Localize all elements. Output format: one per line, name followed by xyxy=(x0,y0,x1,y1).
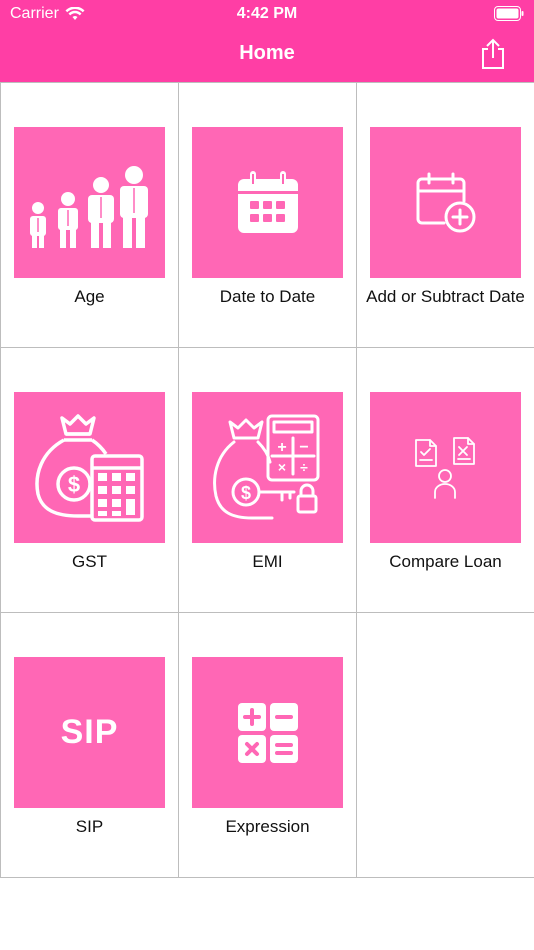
svg-text:−: − xyxy=(299,439,308,456)
tile-sip[interactable]: SIP xyxy=(14,657,165,808)
calendar-icon xyxy=(237,170,298,233)
status-bar: Carrier 4:42 PM xyxy=(0,0,534,28)
share-icon[interactable] xyxy=(478,37,508,71)
calendar-add-icon xyxy=(416,172,475,232)
tile-compare-loan[interactable] xyxy=(370,392,521,543)
tool-sip[interactable]: SIP SIP xyxy=(1,613,179,878)
sip-icon-text: SIP xyxy=(60,713,119,751)
tool-date-to-date[interactable]: Date to Date xyxy=(179,83,357,348)
tool-compare-loan[interactable]: Compare Loan xyxy=(357,348,534,613)
tile-emi[interactable]: + − × ÷ $ xyxy=(192,392,343,543)
tool-age[interactable]: Age xyxy=(1,83,179,348)
tool-gst[interactable]: $ GST xyxy=(1,348,179,613)
tool-add-subtract-date[interactable]: Add or Subtract Date xyxy=(357,83,534,348)
compare-documents-icon xyxy=(414,436,475,499)
tile-gst[interactable]: $ xyxy=(14,392,165,543)
money-bag-calculator-icon: $ xyxy=(34,413,144,522)
tile-date-to-date[interactable] xyxy=(192,127,343,278)
page-title: Home xyxy=(239,42,295,64)
tool-label: GST xyxy=(72,552,107,571)
svg-text:$: $ xyxy=(67,472,79,497)
tool-label: Date to Date xyxy=(219,287,316,306)
tool-label: Age xyxy=(74,287,105,306)
tool-emi[interactable]: + − × ÷ $ EMI xyxy=(179,348,357,613)
tile-add-subtract-date[interactable] xyxy=(370,127,521,278)
tool-label: Expression xyxy=(225,817,310,836)
family-icon xyxy=(29,165,148,248)
svg-text:$: $ xyxy=(240,483,250,503)
tools-grid: Age Date to Date Add or Subtract Date $ … xyxy=(0,82,534,878)
empty-cell xyxy=(357,613,534,878)
math-operators-icon xyxy=(237,702,298,763)
tile-expression[interactable] xyxy=(192,657,343,808)
loan-bag-key-icon: + − × ÷ $ xyxy=(212,414,319,519)
clock: 4:42 PM xyxy=(236,5,298,22)
tool-label: Compare Loan xyxy=(389,552,502,571)
tool-label: Add or Subtract Date xyxy=(366,287,525,306)
svg-text:+: + xyxy=(277,439,286,456)
tool-expression[interactable]: Expression xyxy=(179,613,357,878)
svg-text:×: × xyxy=(277,459,285,475)
navigation-bar: Home xyxy=(0,28,534,82)
svg-text:÷: ÷ xyxy=(300,459,308,475)
tool-label: SIP xyxy=(75,817,104,836)
tile-age[interactable] xyxy=(14,127,165,278)
battery-icon xyxy=(494,6,524,21)
tool-label: EMI xyxy=(252,552,283,571)
